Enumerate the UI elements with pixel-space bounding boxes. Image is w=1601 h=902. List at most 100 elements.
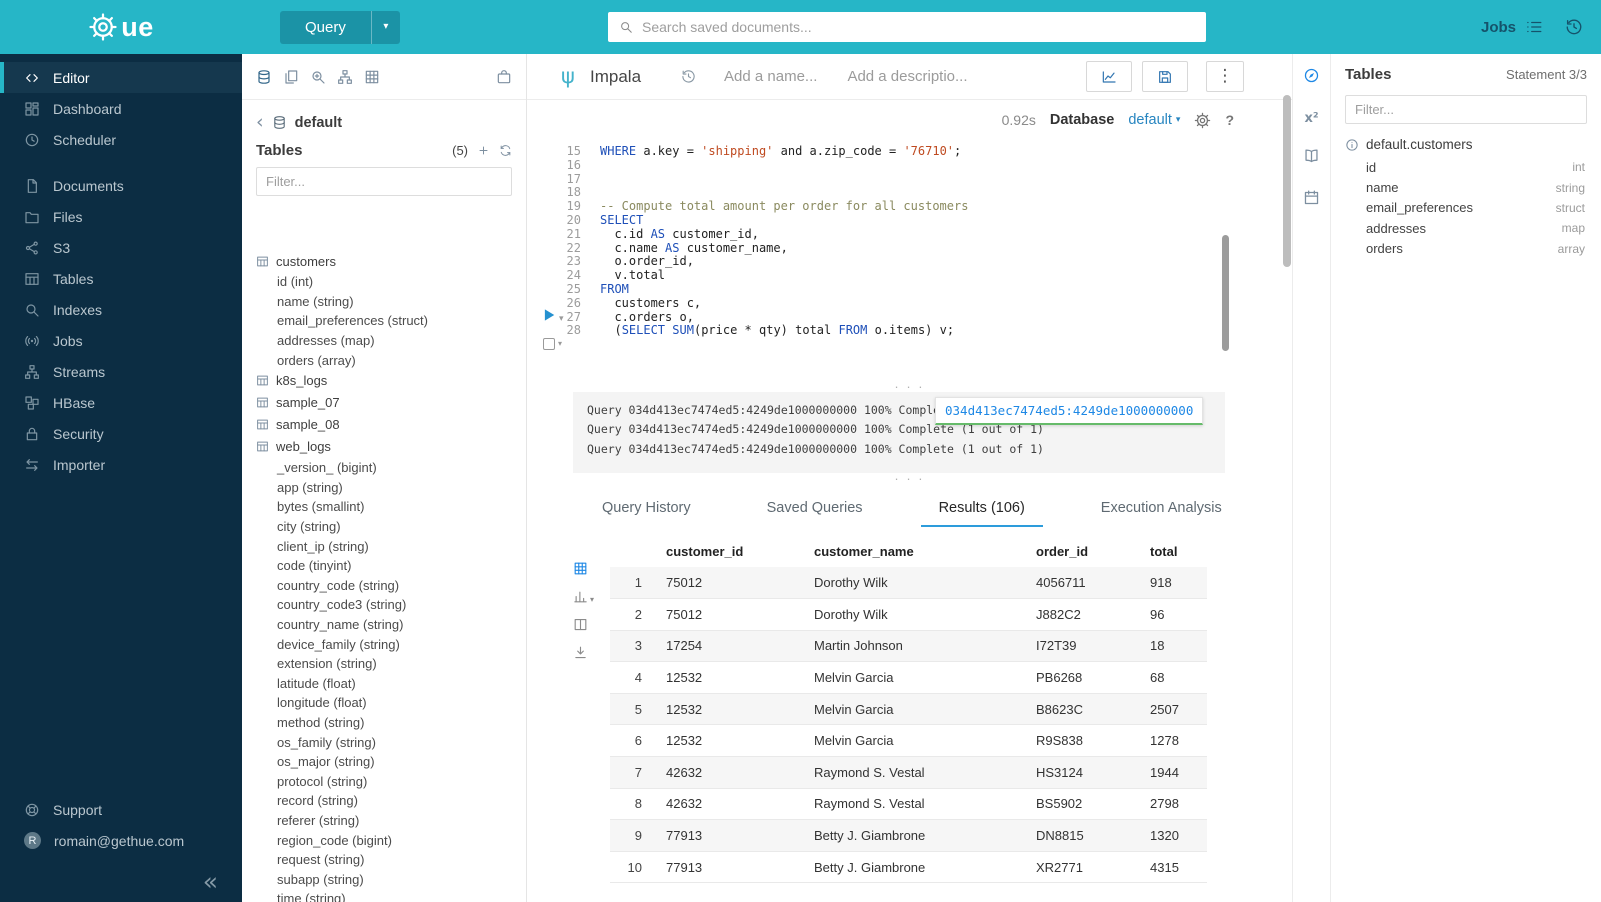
- functions-x2-button[interactable]: x²: [1303, 109, 1320, 127]
- sitemap-icon[interactable]: [337, 69, 353, 85]
- table-row[interactable]: 742632Raymond S. VestalHS31241944: [610, 756, 1207, 788]
- assist-column[interactable]: referer (string): [256, 811, 520, 831]
- assist-column[interactable]: email_preferences (struct): [256, 311, 520, 331]
- assist-column[interactable]: subapp (string): [256, 869, 520, 889]
- assist-column[interactable]: _version_ (bigint): [256, 458, 520, 478]
- table-row[interactable]: 1077913Betty J. GiambroneXR27714315: [610, 851, 1207, 883]
- code-line[interactable]: 17: [527, 173, 1292, 187]
- assist-column[interactable]: code (tinyint): [256, 556, 520, 576]
- more-actions-button[interactable]: ⋮: [1206, 61, 1244, 92]
- assist-table-sample-07[interactable]: sample_07: [256, 392, 520, 414]
- new-query-dropdown[interactable]: ▾: [371, 11, 400, 44]
- code-line[interactable]: 26 customers c,: [527, 297, 1292, 311]
- tab-results-106-[interactable]: Results (106): [921, 491, 1043, 527]
- assist-column[interactable]: protocol (string): [256, 771, 520, 791]
- column-header-total[interactable]: total: [1142, 537, 1207, 567]
- assist-column[interactable]: id (int): [256, 272, 520, 292]
- assist-column[interactable]: name (string): [256, 292, 520, 312]
- code-line[interactable]: 19-- Compute total amount per order for …: [527, 200, 1292, 214]
- table-row[interactable]: 842632Raymond S. VestalBS59022798: [610, 788, 1207, 820]
- results-chart-button[interactable]: ▾: [573, 589, 594, 604]
- language-book-button[interactable]: [1303, 147, 1320, 169]
- query-name-field[interactable]: Add a name...: [724, 68, 817, 85]
- sidebar-item-documents[interactable]: Documents: [0, 170, 242, 201]
- refresh-tables-icon[interactable]: [499, 144, 512, 157]
- tab-saved-queries[interactable]: Saved Queries: [749, 491, 881, 527]
- query-id-highlight[interactable]: 034d413ec7474ed5:4249de1000000000: [935, 397, 1203, 425]
- column-item-name[interactable]: namestring: [1345, 177, 1587, 197]
- code-line[interactable]: 27 c.orders o,: [527, 311, 1292, 325]
- sidebar-collapse-button[interactable]: «: [203, 869, 218, 894]
- code-line[interactable]: 23 o.order_id,: [527, 255, 1292, 269]
- schedule-calendar-button[interactable]: [1303, 189, 1320, 211]
- databases-stack-icon[interactable]: [256, 69, 272, 85]
- column-header-customer-id[interactable]: customer_id: [658, 537, 806, 567]
- table-row[interactable]: 612532Melvin GarciaR9S8381278: [610, 725, 1207, 757]
- sidebar-item-user[interactable]: R romain@gethue.com: [0, 825, 242, 856]
- database-breadcrumb[interactable]: ‹ default: [242, 100, 526, 137]
- table-row[interactable]: 977913Betty J. GiambroneDN88151320: [610, 820, 1207, 852]
- assist-table-customers[interactable]: customers: [256, 250, 520, 272]
- sidebar-item-hbase[interactable]: HBase: [0, 387, 242, 418]
- execute-button[interactable]: [540, 306, 558, 324]
- snippet-settings-button[interactable]: ▾: [543, 338, 562, 350]
- assist-column[interactable]: method (string): [256, 713, 520, 733]
- hue-logo[interactable]: ue: [0, 0, 242, 54]
- apps-grid-icon[interactable]: [364, 69, 380, 85]
- sidebar-item-indexes[interactable]: Indexes: [0, 294, 242, 325]
- table-row[interactable]: 412532Melvin GarciaPB626868: [610, 662, 1207, 694]
- code-line[interactable]: 15WHERE a.key = 'shipping' and a.zip_cod…: [527, 145, 1292, 159]
- sidebar-item-s3[interactable]: S3: [0, 232, 242, 263]
- jobs-link[interactable]: Jobs: [1481, 18, 1543, 36]
- assist-table-web-logs[interactable]: web_logs: [256, 436, 520, 458]
- sidebar-item-streams[interactable]: Streams: [0, 356, 242, 387]
- column-item-id[interactable]: idint: [1345, 157, 1587, 177]
- code-line[interactable]: 28 (SELECT SUM(price * qty) total FROM o…: [527, 324, 1292, 338]
- table-row[interactable]: 512532Melvin GarciaB8623C2507: [610, 693, 1207, 725]
- results-grid-button[interactable]: [573, 561, 588, 576]
- search-input[interactable]: [642, 19, 1195, 35]
- assist-table-sample-08[interactable]: sample_08: [256, 414, 520, 436]
- assist-column[interactable]: device_family (string): [256, 634, 520, 654]
- chart-button[interactable]: [1086, 61, 1132, 92]
- tab-query-history[interactable]: Query History: [584, 491, 709, 527]
- database-selector[interactable]: default ▾: [1128, 112, 1180, 128]
- active-table-item[interactable]: default.customers: [1345, 132, 1587, 157]
- assist-column[interactable]: addresses (map): [256, 331, 520, 351]
- sidebar-item-editor[interactable]: Editor: [0, 62, 242, 93]
- code-line[interactable]: 20SELECT: [527, 214, 1292, 228]
- assist-column[interactable]: client_ip (string): [256, 536, 520, 556]
- query-description-field[interactable]: Add a descriptio...: [847, 68, 967, 85]
- assist-column[interactable]: region_code (bigint): [256, 830, 520, 850]
- documents-copy-icon[interactable]: [283, 69, 299, 85]
- query-history-icon[interactable]: [681, 69, 696, 84]
- sidebar-item-importer[interactable]: Importer: [0, 449, 242, 480]
- back-chevron-icon[interactable]: ‹: [256, 113, 264, 132]
- sidebar-item-support[interactable]: Support: [0, 794, 242, 825]
- code-line[interactable]: 18: [527, 186, 1292, 200]
- query-bag-icon[interactable]: [496, 69, 512, 85]
- assistant-compass-button[interactable]: [1303, 67, 1320, 89]
- save-button[interactable]: [1142, 61, 1188, 92]
- resize-handle-bottom[interactable]: [527, 473, 1292, 485]
- assist-table-k8s-logs[interactable]: k8s_logs: [256, 370, 520, 392]
- column-header-customer-name[interactable]: customer_name: [806, 537, 1028, 567]
- results-download-button[interactable]: [573, 645, 588, 660]
- assist-column[interactable]: extension (string): [256, 654, 520, 674]
- column-item-email-preferences[interactable]: email_preferencesstruct: [1345, 198, 1587, 218]
- code-line[interactable]: 24 v.total: [527, 269, 1292, 283]
- table-row[interactable]: 175012Dorothy Wilk4056711918: [610, 567, 1207, 599]
- assist-column[interactable]: app (string): [256, 478, 520, 498]
- right-assist-filter-input[interactable]: [1355, 102, 1577, 117]
- settings-gear-icon[interactable]: [1194, 112, 1211, 129]
- resize-handle-top[interactable]: [527, 380, 1292, 392]
- page-scrollbar[interactable]: [1283, 95, 1291, 267]
- new-query-button[interactable]: Query: [280, 11, 371, 44]
- sidebar-item-security[interactable]: Security: [0, 418, 242, 449]
- help-icon[interactable]: ?: [1225, 112, 1234, 128]
- execute-options-caret[interactable]: ▾: [559, 315, 564, 324]
- code-line[interactable]: 22 c.name AS customer_name,: [527, 242, 1292, 256]
- history-icon[interactable]: [1565, 18, 1583, 36]
- add-table-icon[interactable]: [477, 144, 490, 157]
- table-row[interactable]: 317254Martin JohnsonI72T3918: [610, 630, 1207, 662]
